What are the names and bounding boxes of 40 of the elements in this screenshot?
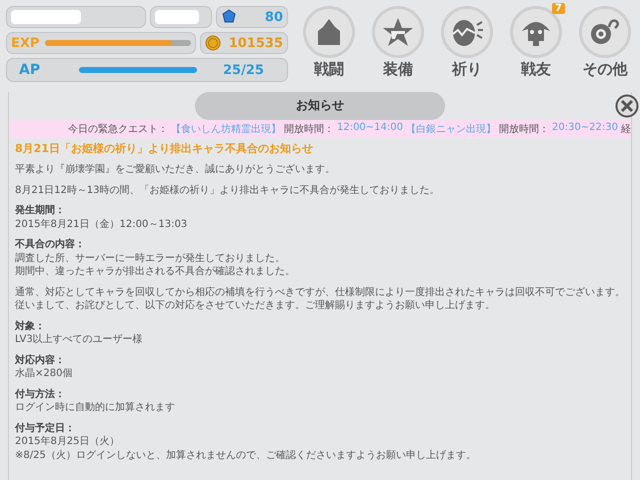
section-heading: 付与方法： <box>15 388 66 401</box>
ticker-text: 今日の緊急クエスト： <box>68 122 168 136</box>
ap-label: AP <box>19 62 42 78</box>
close-button[interactable] <box>615 94 639 118</box>
body-text: 8月21日12時～13時の間、「お姫様の祈り」より排出キャラに不具合が発生しておりました。 <box>15 184 441 197</box>
section-heading: 対応内容： <box>15 354 66 367</box>
body-text: 調査した所、サーバーに一時エラーが発生しておりました。 <box>15 252 286 265</box>
exp-label: EXP <box>11 36 40 50</box>
body-text: ログイン時に自動的に加算されます <box>15 401 176 414</box>
gem-count: 80 <box>264 10 283 24</box>
ticker-text: 12:00~14:00 <box>336 122 403 135</box>
body-text: 水晶×280個 <box>15 367 74 380</box>
notice-title: お知らせ <box>195 92 445 120</box>
section-heading: 発生期間： <box>15 204 66 218</box>
ap-reading: 25/25 <box>223 62 264 78</box>
notification-badge: 7 <box>552 3 565 14</box>
body-text: 通常、対応としてキャラを回収してから相応の補填を行うべきですが、仕様制限により一度排出されたキャラは回収不可でございます。従いまして、お詫びとして、以下の対応をさせていただきます。ご理解賜りますようお願い申し上げます。 <box>15 286 625 312</box>
body-text: 期間中、違ったキャラが排出される不具合が確認されました。 <box>15 265 296 278</box>
coin-icon <box>205 35 221 51</box>
body-text: LV3以上すべてのユーザー様 <box>15 333 144 346</box>
body-text: 平素より『崩壊学園』をご愛顧いただき、誠にありがとうございます。 <box>15 163 336 176</box>
ticker-text: 開放時間： <box>284 122 334 136</box>
ticker-text: 【白銀ニャン出現】 <box>406 122 496 136</box>
body-text: ※8/25（火）ログインしないと、加算されませんので、ご確認くださいますようお願い申し上げます。 <box>15 448 477 462</box>
section-heading: 不具合の内容： <box>15 238 86 252</box>
gear-icon <box>589 17 621 47</box>
ticker-text: 【食いしん坊精霊出現】 <box>170 122 281 136</box>
ticker-text: 20:30~22:30 <box>552 122 618 135</box>
notice-headline: 8月21日「お姫様の祈り」より排出キャラ不具合のお知らせ <box>15 141 314 156</box>
section-heading: 対象： <box>15 320 46 333</box>
gem-icon <box>221 9 237 25</box>
body-text: 2015年8月21日（金）12:00～13:03 <box>15 218 188 231</box>
rank-field <box>150 6 212 28</box>
cracked-egg-icon <box>451 17 483 47</box>
coin-count: 101535 <box>228 36 283 50</box>
body-text: 2015年8月25日（火） <box>15 435 121 448</box>
section-heading: 付与予定日： <box>15 422 76 435</box>
star-gun-icon <box>382 16 414 48</box>
ticker-text: 経 <box>621 123 631 136</box>
ticker-text: 開放時間： <box>498 122 549 136</box>
